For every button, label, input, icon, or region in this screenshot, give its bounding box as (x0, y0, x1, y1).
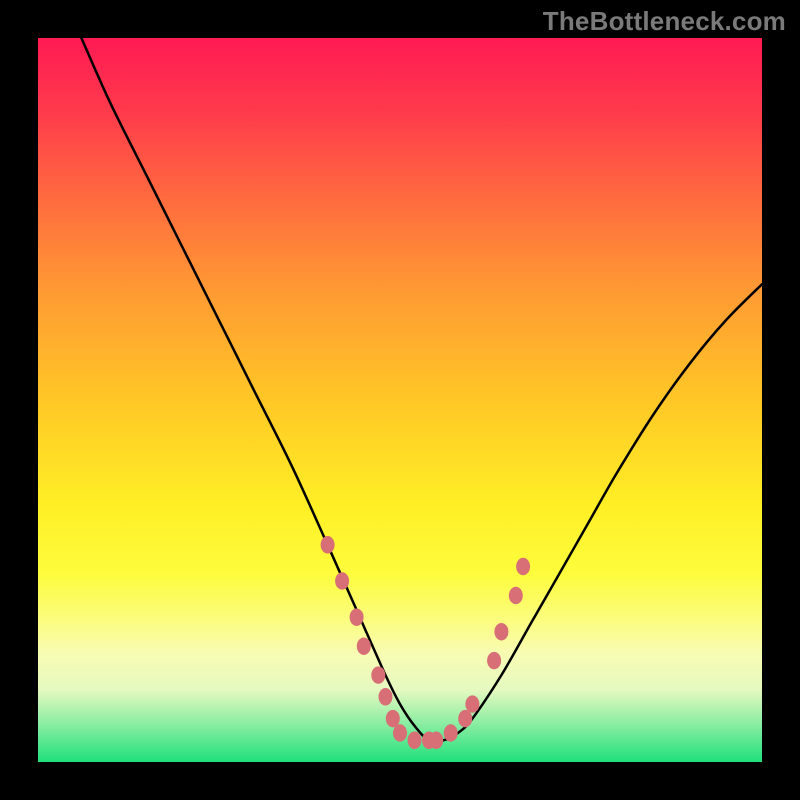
plot-area (38, 38, 762, 762)
curve-marker (350, 608, 364, 626)
curve-markers (321, 536, 530, 749)
curve-marker (335, 572, 349, 590)
curve-marker (444, 724, 458, 742)
curve-marker (408, 732, 422, 750)
chart-frame: TheBottleneck.com (0, 0, 800, 800)
curve-layer (38, 38, 762, 762)
curve-marker (429, 732, 443, 750)
curve-marker (516, 558, 530, 576)
curve-marker (371, 666, 385, 684)
watermark-text: TheBottleneck.com (543, 6, 786, 37)
curve-marker (509, 587, 523, 605)
curve-marker (487, 652, 501, 670)
curve-marker (379, 688, 393, 706)
curve-marker (321, 536, 335, 554)
curve-marker (494, 623, 508, 641)
curve-marker (393, 724, 407, 742)
bottleneck-curve (81, 38, 762, 742)
curve-marker (465, 695, 479, 713)
curve-marker (357, 637, 371, 655)
curve-marker (386, 710, 400, 728)
curve-marker (458, 710, 472, 728)
